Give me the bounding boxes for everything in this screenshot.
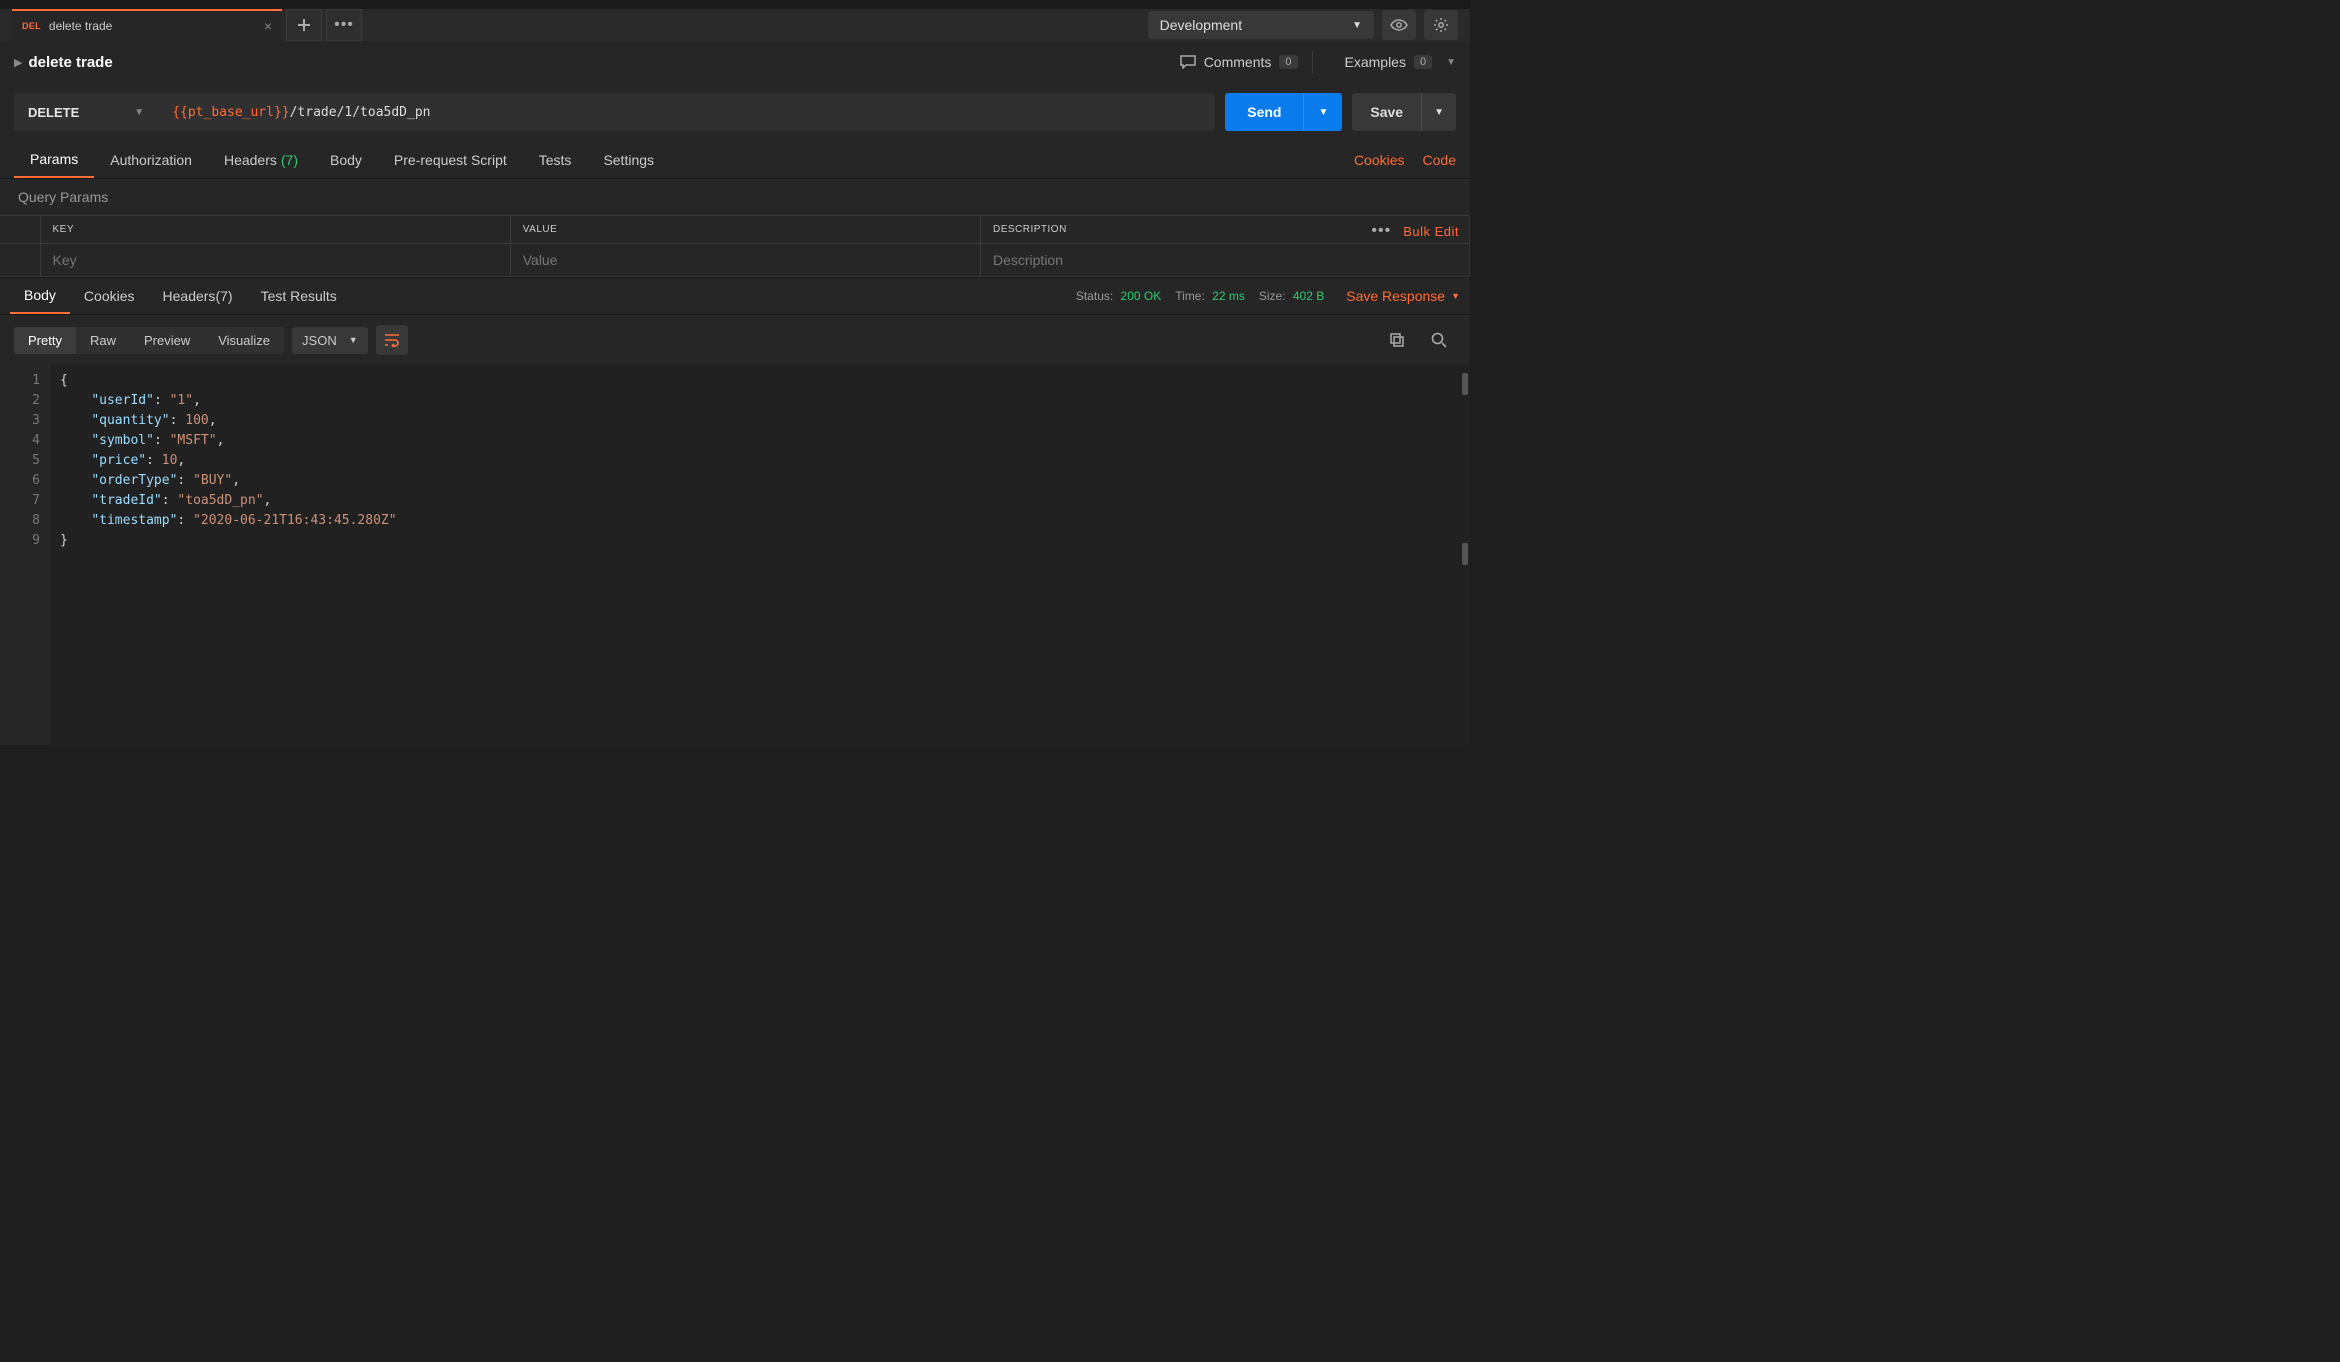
status-meta: Status: 200 OK xyxy=(1076,289,1161,303)
copy-button[interactable] xyxy=(1380,325,1414,355)
resp-tab-body[interactable]: Body xyxy=(10,278,70,314)
examples-button[interactable]: Examples 0 ▼ xyxy=(1345,54,1457,70)
save-response-label: Save Response xyxy=(1346,288,1445,304)
size-value: 402 B xyxy=(1293,289,1324,303)
tab-headers[interactable]: Headers (7) xyxy=(208,141,314,178)
save-response-button[interactable]: Save Response ▼ xyxy=(1346,288,1460,304)
comments-button[interactable]: Comments 0 xyxy=(1180,54,1298,70)
chevron-down-icon: ▼ xyxy=(134,107,144,118)
comments-count: 0 xyxy=(1279,55,1297,69)
url-input[interactable]: {{pt_base_url}}/trade/1/toa5dD_pn xyxy=(158,93,1215,131)
status-value: 200 OK xyxy=(1121,289,1162,303)
chevron-right-icon[interactable]: ▶ xyxy=(14,56,22,69)
table-row[interactable]: Key Value Description xyxy=(0,244,1470,277)
add-tab-button[interactable] xyxy=(286,9,322,41)
response-body-viewer[interactable]: 123456789 { "userId": "1", "quantity": 1… xyxy=(0,365,1470,745)
environment-select[interactable]: Development ▼ xyxy=(1148,11,1374,39)
request-tab[interactable]: DEL delete trade × xyxy=(12,9,282,41)
chevron-down-icon: ▼ xyxy=(349,335,358,345)
mode-raw[interactable]: Raw xyxy=(76,327,130,354)
scroll-handle[interactable] xyxy=(1462,373,1468,395)
resp-tab-headers-label: Headers xyxy=(163,288,216,304)
chevron-down-icon: ▼ xyxy=(1451,291,1460,301)
mode-pretty[interactable]: Pretty xyxy=(14,327,76,354)
url-path: /trade/1/toa5dD_pn xyxy=(290,105,431,120)
code-content[interactable]: { "userId": "1", "quantity": 100, "symbo… xyxy=(50,365,1470,745)
examples-label: Examples xyxy=(1345,54,1406,70)
environment-selected-label: Development xyxy=(1160,17,1243,33)
time-label: Time: xyxy=(1175,289,1205,303)
key-input[interactable]: Key xyxy=(40,244,510,277)
tab-params[interactable]: Params xyxy=(14,141,94,178)
tab-tests[interactable]: Tests xyxy=(523,141,588,178)
format-select[interactable]: JSON ▼ xyxy=(292,327,368,354)
save-label: Save xyxy=(1352,104,1421,120)
send-label: Send xyxy=(1225,104,1303,120)
line-gutter: 123456789 xyxy=(0,365,50,745)
resp-tab-cookies[interactable]: Cookies xyxy=(70,278,149,314)
send-button[interactable]: Send ▼ xyxy=(1225,93,1342,131)
more-icon[interactable]: ••• xyxy=(1371,222,1391,240)
time-value: 22 ms xyxy=(1212,289,1245,303)
send-dropdown[interactable]: ▼ xyxy=(1303,93,1342,131)
cookies-link[interactable]: Cookies xyxy=(1354,152,1405,168)
comments-label: Comments xyxy=(1204,54,1272,70)
http-method-label: DELETE xyxy=(28,105,79,120)
examples-count: 0 xyxy=(1414,55,1432,69)
chevron-down-icon: ▼ xyxy=(1446,57,1456,68)
view-mode-group: Pretty Raw Preview Visualize xyxy=(14,327,284,354)
tab-authorization[interactable]: Authorization xyxy=(94,141,208,178)
mode-preview[interactable]: Preview xyxy=(130,327,204,354)
tab-method-badge: DEL xyxy=(22,21,41,31)
resp-tab-test-results[interactable]: Test Results xyxy=(247,278,351,314)
url-variable: {{pt_base_url}} xyxy=(172,105,289,120)
value-input[interactable]: Value xyxy=(510,244,980,277)
status-label: Status: xyxy=(1076,289,1113,303)
tab-settings[interactable]: Settings xyxy=(587,141,670,178)
time-meta: Time: 22 ms xyxy=(1175,289,1245,303)
scroll-handle[interactable] xyxy=(1462,543,1468,565)
col-key: KEY xyxy=(40,216,510,244)
tab-body[interactable]: Body xyxy=(314,141,378,178)
col-description: DESCRIPTION ••• Bulk Edit xyxy=(980,216,1469,244)
col-value: VALUE xyxy=(510,216,980,244)
chevron-down-icon: ▼ xyxy=(1352,20,1362,31)
col-description-label: DESCRIPTION xyxy=(993,224,1067,235)
size-meta: Size: 402 B xyxy=(1259,289,1324,303)
tab-title: delete trade xyxy=(49,19,112,33)
save-dropdown[interactable]: ▼ xyxy=(1421,93,1456,131)
size-label: Size: xyxy=(1259,289,1286,303)
resp-tab-headers[interactable]: Headers (7) xyxy=(149,278,247,314)
http-method-select[interactable]: DELETE ▼ xyxy=(14,93,158,131)
mode-visualize[interactable]: Visualize xyxy=(204,327,284,354)
wrap-lines-button[interactable] xyxy=(376,325,408,355)
save-button[interactable]: Save ▼ xyxy=(1352,93,1456,131)
query-params-title: Query Params xyxy=(0,179,1470,215)
resp-tab-headers-count: (7) xyxy=(215,288,232,304)
tab-prerequest[interactable]: Pre-request Script xyxy=(378,141,523,178)
description-input[interactable]: Description xyxy=(980,244,1469,277)
tab-headers-label: Headers xyxy=(224,152,277,168)
tab-more-button[interactable]: ••• xyxy=(326,9,362,41)
comment-icon xyxy=(1180,55,1196,69)
request-title[interactable]: delete trade xyxy=(28,54,112,71)
code-link[interactable]: Code xyxy=(1423,152,1456,168)
tab-headers-count: (7) xyxy=(281,152,298,168)
environment-quicklook-button[interactable] xyxy=(1382,10,1416,40)
query-params-table: KEY VALUE DESCRIPTION ••• Bulk Edit Key … xyxy=(0,215,1470,277)
close-icon[interactable]: × xyxy=(264,18,272,34)
search-button[interactable] xyxy=(1422,325,1456,355)
bulk-edit-link[interactable]: Bulk Edit xyxy=(1403,224,1459,239)
settings-button[interactable] xyxy=(1424,10,1458,40)
format-label: JSON xyxy=(302,333,337,348)
